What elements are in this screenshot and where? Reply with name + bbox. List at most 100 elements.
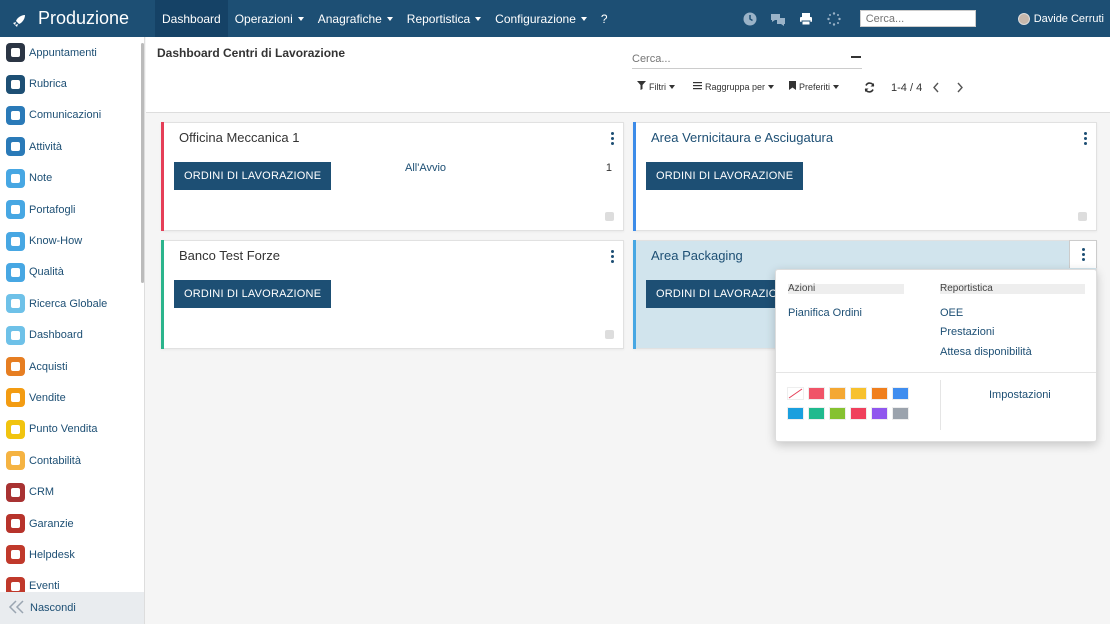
sidebar-item[interactable]: Contabilità <box>0 445 144 476</box>
groupby-button[interactable]: Raggruppa per <box>693 81 775 92</box>
no-color-swatch[interactable] <box>787 387 804 400</box>
sidebar-item[interactable]: Comunicazioni <box>0 100 144 131</box>
card-title: Officina Meccanica 1 <box>179 130 300 145</box>
nav-label: Dashboard <box>162 11 221 26</box>
workcenter-card[interactable]: Officina Meccanica 1 ORDINI DI LAVORAZIO… <box>161 122 624 231</box>
color-swatch[interactable] <box>892 387 909 400</box>
color-swatch[interactable] <box>892 407 909 420</box>
work-orders-button[interactable]: ORDINI DI LAVORAZIONE <box>174 280 332 308</box>
rocket-icon <box>12 12 26 27</box>
sidebar-item[interactable]: Garanzie <box>0 508 144 539</box>
filters-button[interactable]: Filtri <box>637 81 675 92</box>
sidebar-item[interactable]: CRM <box>0 476 144 507</box>
nav-configurazione[interactable]: Configurazione <box>488 0 594 37</box>
sidebar-item-label: Punto Vendita <box>29 423 98 436</box>
minus-icon[interactable] <box>851 56 861 58</box>
sidebar-item-label: Contabilità <box>29 454 81 467</box>
sidebar-item[interactable]: Appuntamenti <box>0 37 144 68</box>
kebab-menu-icon[interactable] <box>1084 132 1087 145</box>
sidebar-hide-button[interactable]: Nascondi <box>0 592 144 624</box>
top-search-input[interactable] <box>859 10 976 27</box>
printer-icon[interactable] <box>798 11 814 27</box>
sidebar-item[interactable]: Vendite <box>0 382 144 413</box>
card-color-bar <box>161 240 164 349</box>
pos-icon <box>6 419 25 439</box>
sidebar-scrollbar[interactable] <box>141 43 144 283</box>
stat-label[interactable]: All'Avvio <box>405 162 446 174</box>
sidebar-item[interactable]: Note <box>0 163 144 194</box>
chevron-left-icon[interactable] <box>932 82 940 96</box>
report-prestazioni[interactable]: Prestazioni <box>940 326 994 338</box>
nav-dashboard[interactable]: Dashboard <box>155 0 228 37</box>
sidebar-item[interactable]: Qualità <box>0 257 144 288</box>
color-swatch[interactable] <box>850 387 867 400</box>
sidebar-item[interactable]: Helpdesk <box>0 539 144 570</box>
favorites-button[interactable]: Preferiti <box>789 81 840 92</box>
settings-link[interactable]: Impostazioni <box>989 389 1051 401</box>
app-brand[interactable]: Produzione <box>0 8 155 29</box>
card-checkbox[interactable] <box>1078 212 1087 221</box>
work-orders-button[interactable]: ORDINI DI LAVORAZIONE <box>646 162 804 190</box>
color-swatch[interactable] <box>808 387 825 400</box>
accounting-icon <box>6 451 25 471</box>
color-swatch[interactable] <box>829 407 846 420</box>
workcenter-card[interactable]: Area Vernicitaura e Asciugatura ORDINI D… <box>633 122 1097 231</box>
pager-value: 1-4 / 4 <box>891 82 923 94</box>
card-title: Banco Test Forze <box>179 248 280 263</box>
sidebar-list: Appuntamenti Rubrica Comunicazioni Attività… <box>0 37 144 602</box>
groupby-label: Raggruppa per <box>705 81 766 92</box>
user-menu[interactable]: Davide Cerruti <box>1017 12 1104 25</box>
sidebar-item[interactable]: Ricerca Globale <box>0 288 144 319</box>
divider <box>776 372 1096 373</box>
search-input[interactable] <box>632 49 862 69</box>
chevron-right-icon[interactable] <box>956 82 964 96</box>
sidebar-item-label: Know-How <box>29 235 83 248</box>
reports-header: Reportistica <box>940 284 1085 294</box>
chat-icon[interactable] <box>770 11 786 27</box>
kebab-menu-icon[interactable] <box>611 132 614 145</box>
work-orders-button[interactable]: ORDINI DI LAVORAZIONE <box>174 162 332 190</box>
sidebar-item[interactable]: Portafogli <box>0 194 144 225</box>
sidebar: Appuntamenti Rubrica Comunicazioni Attività… <box>0 37 145 624</box>
nav-help[interactable]: ? <box>594 0 615 37</box>
sidebar-item[interactable]: Attività <box>0 131 144 162</box>
sidebar-item-label: Qualità <box>29 266 64 279</box>
nav-reportistica[interactable]: Reportistica <box>400 0 488 37</box>
favorites-label: Preferiti <box>799 81 831 92</box>
spinner-icon <box>826 11 842 27</box>
contacts-icon <box>6 74 25 94</box>
color-swatch[interactable] <box>871 407 888 420</box>
sidebar-item-label: Portafogli <box>29 203 76 216</box>
report-attesa-disponibilita[interactable]: Attesa disponibilità <box>940 346 1032 358</box>
kebab-menu-icon[interactable] <box>1069 240 1097 268</box>
nav-operazioni[interactable]: Operazioni <box>228 0 311 37</box>
sidebar-item-label: Comunicazioni <box>29 109 102 122</box>
color-swatch[interactable] <box>787 407 804 420</box>
color-swatch[interactable] <box>808 407 825 420</box>
sidebar-item[interactable]: Acquisti <box>0 351 144 382</box>
card-checkbox[interactable] <box>605 330 614 339</box>
report-oee[interactable]: OEE <box>940 307 963 319</box>
sidebar-item-label: Ricerca Globale <box>29 297 108 310</box>
quality-icon <box>6 262 25 282</box>
kebab-menu-icon[interactable] <box>611 250 614 263</box>
dashboard-icon <box>6 325 25 345</box>
nav-anagrafiche[interactable]: Anagrafiche <box>311 0 400 37</box>
sidebar-item-label: CRM <box>29 486 55 499</box>
divider <box>940 380 941 430</box>
sidebar-item[interactable]: Dashboard <box>0 320 144 351</box>
action-pianifica-ordini[interactable]: Pianifica Ordini <box>788 307 862 319</box>
refresh-icon[interactable] <box>864 82 875 96</box>
sidebar-item-label: Rubrica <box>29 78 67 91</box>
workcenter-card[interactable]: Banco Test Forze ORDINI DI LAVORAZIONE <box>161 240 624 349</box>
color-swatch[interactable] <box>829 387 846 400</box>
clock-icon[interactable] <box>742 11 758 27</box>
sidebar-item[interactable]: Know-How <box>0 225 144 256</box>
color-swatch[interactable] <box>871 387 888 400</box>
sidebar-item[interactable]: Rubrica <box>0 68 144 99</box>
sidebar-item[interactable]: Punto Vendita <box>0 414 144 445</box>
caret-down-icon <box>833 84 840 89</box>
card-checkbox[interactable] <box>605 212 614 221</box>
card-dropdown-menu: Azioni Reportistica Pianifica Ordini OEE… <box>775 269 1097 442</box>
color-swatch[interactable] <box>850 407 867 420</box>
